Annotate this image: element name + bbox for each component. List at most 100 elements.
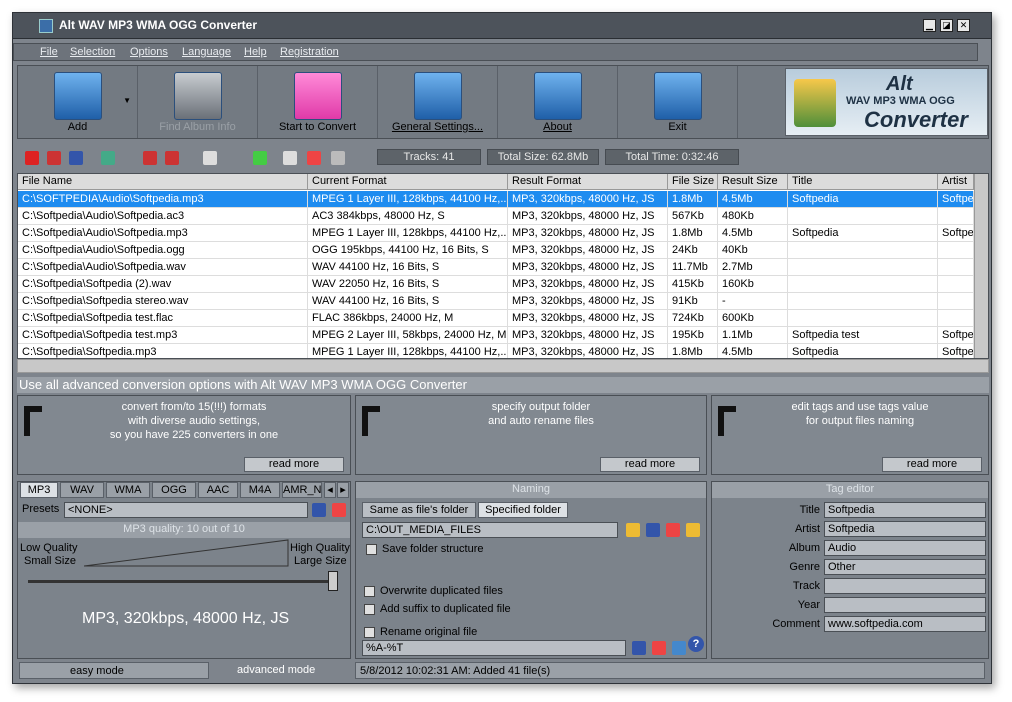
refresh-icon[interactable] bbox=[672, 641, 686, 655]
tag-title-input[interactable]: Softpedia bbox=[824, 502, 986, 518]
open-folder-icon[interactable] bbox=[686, 523, 700, 537]
save-pattern-icon[interactable] bbox=[632, 641, 646, 655]
read-more-button[interactable]: read more bbox=[882, 457, 982, 472]
advanced-mode-button[interactable]: advanced mode bbox=[237, 662, 315, 679]
tab-mp3[interactable]: MP3 bbox=[20, 482, 58, 498]
tab-amr[interactable]: AMR_N bbox=[282, 482, 322, 498]
maximize-button[interactable]: ◪ bbox=[940, 19, 953, 32]
add-dropdown-icon[interactable]: ▼ bbox=[123, 96, 131, 105]
find-album-button[interactable]: Find Album Info bbox=[138, 66, 258, 138]
tag-album-input[interactable]: Audio bbox=[824, 540, 986, 556]
clear-icon[interactable] bbox=[143, 151, 157, 165]
rename-checkbox[interactable] bbox=[364, 627, 375, 638]
output-folder-input[interactable]: C:\OUT_MEDIA_FILES bbox=[362, 522, 618, 538]
table-row[interactable]: C:\Softpedia\Softpedia test.mp3 MPEG 2 La… bbox=[18, 327, 974, 344]
table-row[interactable]: C:\Softpedia\Softpedia.mp3 MPEG 1 Layer I… bbox=[18, 344, 974, 358]
table-row[interactable]: C:\SOFTPEDIA\Audio\Softpedia.mp3 MPEG 1 L… bbox=[18, 191, 974, 208]
cell-file-name: C:\Softpedia\Softpedia.mp3 bbox=[18, 344, 308, 358]
remove-selected-icon[interactable] bbox=[25, 151, 39, 165]
tab-m4a[interactable]: M4A bbox=[240, 482, 280, 498]
quality-slider-thumb[interactable] bbox=[328, 571, 338, 591]
view-icon[interactable] bbox=[203, 151, 217, 165]
table-row[interactable]: C:\Softpedia\Softpedia test.flac FLAC 386… bbox=[18, 310, 974, 327]
clipboard-icon[interactable] bbox=[331, 151, 345, 165]
save-preset-icon[interactable] bbox=[312, 503, 326, 517]
info-folder: specify output folder and auto rename fi… bbox=[355, 395, 707, 475]
menu-registration[interactable]: Registration bbox=[280, 46, 339, 58]
remove-all-icon[interactable] bbox=[47, 151, 61, 165]
help-icon[interactable]: ? bbox=[688, 636, 704, 652]
menu-selection[interactable]: Selection bbox=[70, 46, 115, 58]
cell-file-name: C:\Softpedia\Softpedia test.mp3 bbox=[18, 327, 308, 344]
presets-select[interactable]: <NONE> bbox=[64, 502, 308, 518]
delete-folder-icon[interactable] bbox=[666, 523, 680, 537]
col-result-format[interactable]: Result Format bbox=[508, 174, 668, 190]
table-row[interactable]: C:\Softpedia\Softpedia (2).wav WAV 22050 … bbox=[18, 276, 974, 293]
col-file-size[interactable]: File Size bbox=[668, 174, 718, 190]
cell-title bbox=[788, 293, 938, 310]
rename-icon[interactable] bbox=[283, 151, 297, 165]
rename-pattern-input[interactable]: %A-%T bbox=[362, 640, 626, 656]
table-row[interactable]: C:\Softpedia\Audio\Softpedia.mp3 MPEG 1 L… bbox=[18, 225, 974, 242]
table-row[interactable]: C:\Softpedia\Audio\Softpedia.ogg OGG 195k… bbox=[18, 242, 974, 259]
cancel-icon[interactable] bbox=[307, 151, 321, 165]
overwrite-checkbox[interactable] bbox=[364, 586, 375, 597]
tab-same-folder[interactable]: Same as file's folder bbox=[362, 502, 476, 518]
read-more-button[interactable]: read more bbox=[600, 457, 700, 472]
minimize-button[interactable]: ▁ bbox=[923, 19, 936, 32]
select-icon[interactable] bbox=[69, 151, 83, 165]
exit-button[interactable]: Exit bbox=[618, 66, 738, 138]
save-folder-icon[interactable] bbox=[646, 523, 660, 537]
general-settings-button[interactable]: General Settings... bbox=[378, 66, 498, 138]
quality-wedge bbox=[84, 539, 289, 567]
tag-track-input[interactable] bbox=[824, 578, 986, 594]
close-button[interactable]: ✕ bbox=[957, 19, 970, 32]
vertical-scrollbar[interactable] bbox=[974, 174, 988, 358]
tab-ogg[interactable]: OGG bbox=[152, 482, 196, 498]
table-row[interactable]: C:\Softpedia\Softpedia stereo.wav WAV 441… bbox=[18, 293, 974, 310]
easy-mode-button[interactable]: easy mode bbox=[19, 662, 209, 679]
cell-file-size: 1.8Mb bbox=[668, 191, 718, 208]
save-structure-checkbox[interactable] bbox=[366, 544, 377, 555]
play-icon[interactable] bbox=[253, 151, 267, 165]
cell-result-format: MP3, 320kbps, 48000 Hz, JS bbox=[508, 344, 668, 358]
tag-genre-select[interactable]: Other bbox=[824, 559, 986, 575]
delete-pattern-icon[interactable] bbox=[652, 641, 666, 655]
col-file-name[interactable]: File Name bbox=[18, 174, 308, 190]
move-icon[interactable] bbox=[101, 151, 115, 165]
tab-aac[interactable]: AAC bbox=[198, 482, 238, 498]
tag-comment-input[interactable]: www.softpedia.com bbox=[824, 616, 986, 632]
tab-wma[interactable]: WMA bbox=[106, 482, 150, 498]
cell-result-size: 2.7Mb bbox=[718, 259, 788, 276]
tab-specified-folder[interactable]: Specified folder bbox=[478, 502, 568, 518]
cell-title bbox=[788, 208, 938, 225]
read-more-button[interactable]: read more bbox=[244, 457, 344, 472]
menu-options[interactable]: Options bbox=[130, 46, 168, 58]
start-convert-button[interactable]: Start to Convert bbox=[258, 66, 378, 138]
tab-scroll-left[interactable]: ◂ bbox=[324, 482, 336, 498]
tab-wav[interactable]: WAV bbox=[60, 482, 104, 498]
cell-title bbox=[788, 242, 938, 259]
horizontal-scrollbar[interactable] bbox=[17, 359, 989, 373]
delete-icon[interactable] bbox=[165, 151, 179, 165]
menu-help[interactable]: Help bbox=[244, 46, 267, 58]
suffix-checkbox[interactable] bbox=[364, 604, 375, 615]
col-result-size[interactable]: Result Size bbox=[718, 174, 788, 190]
menu-language[interactable]: Language bbox=[182, 46, 231, 58]
col-artist[interactable]: Artist bbox=[938, 174, 974, 190]
menu-file[interactable]: File bbox=[40, 46, 58, 58]
cell-title: Softpedia bbox=[788, 344, 938, 358]
col-title[interactable]: Title bbox=[788, 174, 938, 190]
table-row[interactable]: C:\Softpedia\Audio\Softpedia.wav WAV 4410… bbox=[18, 259, 974, 276]
tab-scroll-right[interactable]: ▸ bbox=[337, 482, 349, 498]
col-current-format[interactable]: Current Format bbox=[308, 174, 508, 190]
about-button[interactable]: About bbox=[498, 66, 618, 138]
title-bar: Alt WAV MP3 WMA OGG Converter ▁ ◪ ✕ bbox=[13, 13, 991, 39]
browse-folder-icon[interactable] bbox=[626, 523, 640, 537]
cell-file-size: 195Kb bbox=[668, 327, 718, 344]
delete-preset-icon[interactable] bbox=[332, 503, 346, 517]
tag-year-input[interactable] bbox=[824, 597, 986, 613]
table-row[interactable]: C:\Softpedia\Audio\Softpedia.ac3 AC3 384k… bbox=[18, 208, 974, 225]
add-button[interactable]: Add ▼ bbox=[18, 66, 138, 138]
tag-artist-input[interactable]: Softpedia bbox=[824, 521, 986, 537]
